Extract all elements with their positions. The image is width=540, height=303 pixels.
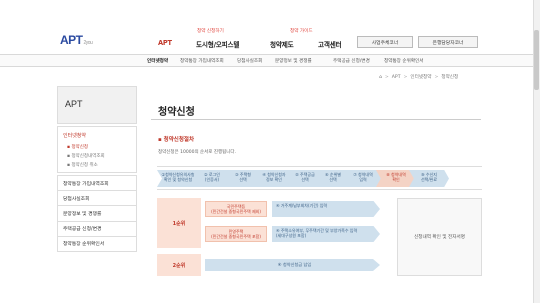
- subnav-housing-change[interactable]: 주택공급 신청/변경: [333, 58, 370, 64]
- nav-hint-guide: 청약 가이드: [290, 29, 313, 34]
- nav-city-officetel[interactable]: 도시형/오피스텔: [196, 39, 239, 49]
- final-confirm-box: 신청내역 확인 및 전자서명: [397, 198, 482, 276]
- private-housing-box: 민영주택 (민간건설 중형국민주택 포함): [205, 226, 267, 242]
- subnav-rank-certificate[interactable]: 청약통장 순위확인서: [384, 58, 424, 64]
- site-logo[interactable]: APT2you: [60, 33, 93, 47]
- step-4: ④ 청약신청자 정보 확인: [254, 170, 294, 187]
- business-corner-button[interactable]: 사업주체코너: [357, 36, 413, 48]
- rank-1-private-arrow: ④ 주택소유여부, 무주택기간 및 부양가족수 입력 (세대구성원 포함): [272, 226, 380, 242]
- nav-customer-center[interactable]: 고객센터: [318, 39, 342, 49]
- process-steps: ①청약신청유의사항 확인 및 청약신청 ② 로그인 (인증서) ③ 주택형 선택 ④ …: [157, 166, 482, 190]
- nav-subscription-system[interactable]: 청약제도: [270, 39, 294, 49]
- sidebar: APT 인터넷청약 ▪ 청약신청 ▪ 청약신청내역조회 ▪ 청약신청 취소 청약…: [57, 86, 137, 252]
- top-header: APT2you 청약 신청하기 청약 가이드 APT 도시형/오피스텔 청약제도…: [0, 0, 540, 54]
- step-8: ⑧ 청약내역 확인: [376, 170, 416, 187]
- sidebar-item-account-history[interactable]: 청약통장 가입내역조회: [57, 175, 137, 192]
- section-title: ▪ 청약신청절차: [158, 137, 195, 143]
- title-divider: [151, 119, 481, 120]
- national-housing-box: 국민주택등 (민간건설 중형국민주택 제외): [205, 201, 267, 217]
- sidebar-title: APT: [57, 86, 137, 124]
- subnav-sales-info[interactable]: 분양정보 및 경쟁률: [275, 58, 312, 64]
- step-1: ①청약신청유의사항 확인 및 청약신청: [157, 170, 199, 187]
- rank-1-label: 1순위: [157, 198, 201, 248]
- vertical-scrollbar[interactable]: [533, 0, 540, 303]
- breadcrumb-current: 청약신청: [441, 75, 459, 80]
- home-icon[interactable]: ⌂: [379, 75, 382, 80]
- sub-navigation: 인터넷청약 청약통장 가입내역조회 당첨사실조회 분양정보 및 경쟁률 주택공급…: [0, 54, 540, 67]
- scrollbar-thumb[interactable]: [534, 30, 539, 90]
- step-9: ⑨ 수신지 선택/완료: [409, 170, 449, 187]
- bank-corner-button[interactable]: 은행담당자코너: [418, 36, 478, 48]
- sidebar-group-title[interactable]: 인터넷청약: [58, 130, 136, 142]
- sidebar-item-rank-certificate[interactable]: 청약통장 순위확인서: [57, 236, 137, 252]
- subnav-account-history[interactable]: 청약통장 가입내역조회: [180, 58, 224, 64]
- nav-hint-apply: 청약 신청하기: [197, 29, 224, 34]
- section-description: 청약신청은 10000의 순서로 진행됩니다.: [158, 150, 236, 155]
- nav-apt[interactable]: APT: [158, 39, 172, 47]
- page-title: 청약신청: [158, 107, 195, 118]
- step-2: ② 로그인 (인증서): [192, 170, 232, 187]
- breadcrumb-apt[interactable]: APT: [392, 75, 401, 80]
- sidebar-sub-cancel[interactable]: ▪ 청약신청 취소: [58, 160, 136, 169]
- sidebar-internet-apply-group: 인터넷청약 ▪ 청약신청 ▪ 청약신청내역조회 ▪ 청약신청 취소: [57, 126, 137, 173]
- rank-flow: 1순위 국민주택등 (민간건설 중형국민주택 제외) 민영주택 (민간건설 중형국민…: [157, 198, 482, 276]
- rank-2-label: 2순위: [157, 254, 201, 276]
- sidebar-sub-apply[interactable]: ▪ 청약신청: [58, 142, 136, 151]
- rank-1-national-arrow: ④ 거주계/납부회차(기간) 입력: [272, 201, 380, 217]
- sidebar-item-sales-info[interactable]: 분양정보 및 경쟁률: [57, 206, 137, 222]
- subnav-internet-apply[interactable]: 인터넷청약: [147, 58, 168, 64]
- sidebar-item-winning-history[interactable]: 당첨사실조회: [57, 191, 137, 207]
- step-7: ⑦ 청약내역 입력: [343, 170, 383, 187]
- rank-2-arrow: ④ 청약신청금 납입: [205, 259, 380, 271]
- breadcrumb: ⌂ > APT > 인터넷청약 > 청약신청: [379, 75, 459, 80]
- breadcrumb-internet-apply[interactable]: 인터넷청약: [410, 75, 431, 80]
- subnav-winning-history[interactable]: 당첨사실조회: [237, 58, 262, 64]
- sidebar-item-housing-change[interactable]: 주택공급 신청/변경: [57, 221, 137, 237]
- sidebar-sub-history[interactable]: ▪ 청약신청내역조회: [58, 151, 136, 160]
